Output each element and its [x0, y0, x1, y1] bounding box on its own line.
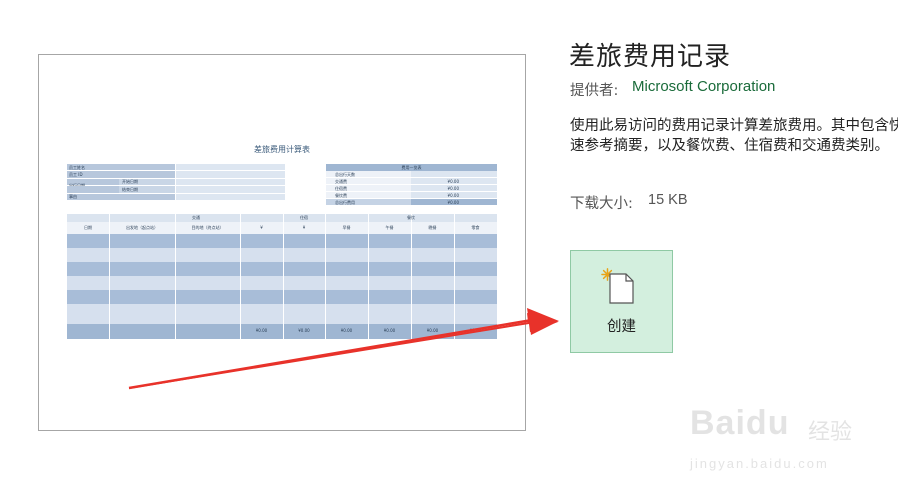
- column-header: 目的地（终点站）: [191, 225, 224, 230]
- total-cell: ¥0.00: [340, 328, 353, 333]
- provider-link[interactable]: Microsoft Corporation: [632, 78, 775, 95]
- baidu-watermark: Baidu 经验 jingyan.baidu.com: [690, 402, 890, 480]
- watermark-brand: Baidu: [690, 404, 790, 442]
- total-cell: ¥0.00: [255, 328, 268, 333]
- group-header: 住宿: [300, 215, 308, 220]
- total-cell: ¥0.00: [469, 328, 482, 333]
- info-label: 事由: [67, 193, 175, 200]
- info-label: 员工 ID: [67, 171, 175, 178]
- expense-summary-block: 费用一览表 总出行天数 交通费 ¥0.00 住宿费 ¥0.00 餐饮费 ¥0.00 总…: [326, 164, 497, 206]
- column-header: ¥: [260, 225, 263, 230]
- total-cell: ¥0.00: [426, 328, 439, 333]
- new-document-icon: [609, 273, 634, 304]
- column-header: 日期: [84, 225, 92, 230]
- column-header: 出发地（起点站）: [126, 225, 158, 230]
- group-header: 交通: [192, 215, 200, 220]
- summary-value: ¥0.00: [447, 192, 459, 198]
- summary-value: ¥0.00: [447, 178, 459, 184]
- column-header: 早餐: [342, 225, 351, 230]
- summary-header: 费用一览表: [326, 164, 497, 171]
- download-size-label: 下载大小:: [570, 196, 633, 212]
- template-description: 使用此易访问的费用记录计算差旅费用。其中包含快速参考摘要，以及餐饮费、住宿费和交…: [570, 118, 898, 154]
- watermark-cn: 经验: [808, 420, 853, 445]
- summary-label: 交通费: [335, 178, 347, 184]
- total-cell: ¥0.00: [383, 328, 396, 333]
- summary-label: 餐饮费: [335, 192, 347, 198]
- column-header: 零食: [471, 225, 480, 230]
- template-preview: 差旅费用计算表 员工姓名 员工 ID 出行日期开始日期 结束日期 事由 费用一览…: [38, 54, 526, 431]
- sheet-title: 差旅费用计算表: [254, 145, 310, 154]
- download-size-value: 15 KB: [648, 192, 688, 208]
- column-header: ¥: [302, 225, 306, 230]
- total-cell: ¥0.00: [298, 328, 310, 333]
- info-label: 员工姓名: [67, 164, 175, 171]
- summary-value: ¥0.00: [447, 185, 459, 191]
- column-header: 午餐: [385, 225, 394, 230]
- expense-grid: 交通 住宿 餐饮 日期 出发地（起点站） 目的地（终点站） ¥ ¥ 早餐 午餐 …: [67, 214, 497, 339]
- template-title: 差旅费用记录: [569, 42, 732, 72]
- employee-info-block: 员工姓名 员工 ID 出行日期开始日期 结束日期 事由: [67, 164, 285, 201]
- summary-label: 总出行天数: [335, 171, 355, 177]
- summary-value: ¥0.00: [447, 199, 459, 205]
- group-header: 餐饮: [407, 215, 415, 220]
- create-button-label: 创建: [607, 319, 636, 335]
- create-button[interactable]: 创建: [570, 250, 673, 353]
- provider-label: 提供者:: [570, 83, 619, 99]
- summary-label: 住宿费: [335, 185, 347, 191]
- summary-label: 总出行费用: [335, 199, 355, 205]
- column-header: 晚餐: [428, 225, 437, 230]
- date-sublabel: 开始日期: [119, 178, 175, 186]
- date-sublabel: 结束日期: [119, 186, 175, 193]
- watermark-url: jingyan.baidu.com: [690, 456, 829, 471]
